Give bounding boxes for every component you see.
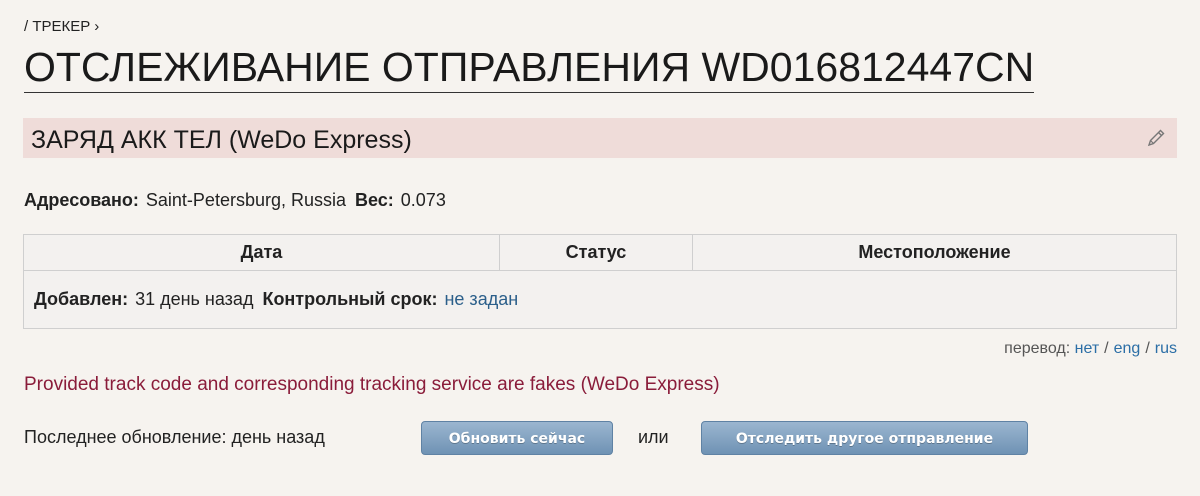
shipment-meta: Адресовано: Saint-Petersburg, Russia Вес: 0… (24, 190, 455, 211)
or-text: или (638, 427, 669, 447)
deadline-value-link[interactable]: не задан (444, 289, 518, 309)
weight-value: 0.073 (400, 190, 446, 210)
table-header: Дата Статус Местоположение (24, 235, 1176, 271)
column-header-location: Местоположение (858, 242, 1011, 262)
table-row: Добавлен: 31 день назад Контрольный срок: н… (34, 289, 518, 310)
translate-option-rus[interactable]: rus (1155, 340, 1177, 357)
column-header-status: Статус (500, 235, 693, 270)
added-value: 31 день назад (135, 289, 254, 309)
addressed-label: Адресовано: (24, 190, 139, 210)
translate-option-eng[interactable]: eng (1114, 340, 1141, 357)
translate-separator: / (1145, 340, 1150, 357)
last-update-text: Последнее обновление: день назад (24, 427, 325, 447)
tracking-table: Дата Статус Местоположение Добавлен: 31 д… (23, 234, 1177, 329)
translation-selector: перевод: нет / eng / rus (1004, 340, 1177, 358)
page-title: ОТСЛЕЖИВАНИЕ ОТПРАВЛЕНИЯ WD016812447CN (24, 44, 1035, 93)
breadcrumb: / ТРЕКЕР › (24, 18, 99, 35)
weight-label: Вес: (355, 190, 394, 210)
column-header-date: Дата (24, 235, 500, 270)
pencil-icon[interactable] (1145, 127, 1167, 149)
item-bar: ЗАРЯД АКК ТЕЛ (WeDo Express) (23, 118, 1177, 158)
refresh-now-button[interactable]: Обновить сейчас (421, 421, 613, 455)
breadcrumb-link-tracker[interactable]: ТРЕКЕР (32, 18, 90, 35)
addressed-value: Saint-Petersburg, Russia (145, 190, 346, 210)
track-another-button[interactable]: Отследить другое отправление (701, 421, 1028, 455)
item-name: ЗАРЯД АКК ТЕЛ (WeDo Express) (31, 126, 412, 154)
chevron-right-icon: › (94, 18, 100, 35)
fake-tracking-notice: Provided track code and corresponding tr… (24, 374, 720, 395)
translate-separator: / (1104, 340, 1109, 357)
translate-option-none[interactable]: нет (1075, 340, 1100, 357)
translate-label: перевод: (1004, 340, 1071, 357)
added-label: Добавлен: (34, 289, 129, 309)
deadline-label: Контрольный срок: (262, 289, 438, 309)
